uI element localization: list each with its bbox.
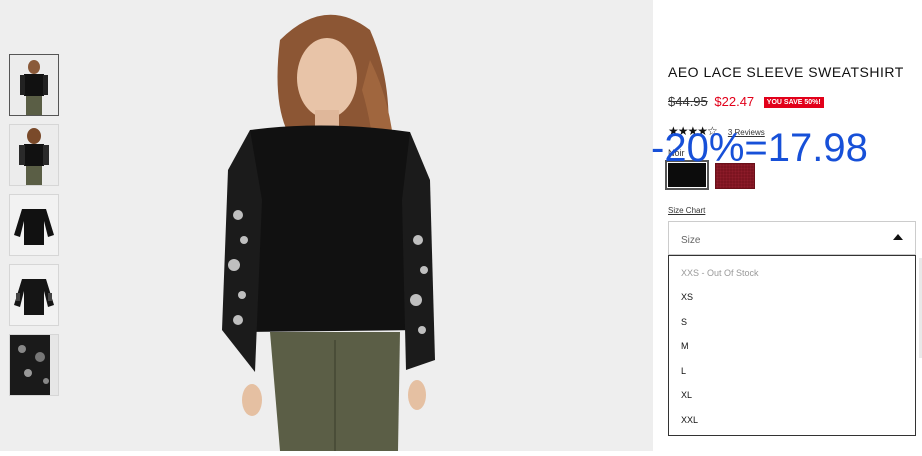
main-product-photo [130,0,590,451]
sale-price: $22.47 [714,94,755,109]
size-chart-link[interactable]: Size Chart [668,206,705,215]
chevron-up-icon [893,234,903,240]
size-dropdown-list: XXS - Out Of Stock XS S M L XL XXL [668,255,916,436]
thumbnail-flat-back[interactable] [9,264,59,326]
price-row: $44.95 $22.47 YOU SAVE 50%! [668,94,824,109]
savings-badge: YOU SAVE 50%! [763,97,824,108]
thumbnail-lace-detail[interactable] [9,334,59,396]
size-option-s[interactable]: S [681,317,687,327]
size-option-xxs: XXS - Out Of Stock [681,268,759,278]
product-title: AEO LACE SLEEVE SWEATSHIRT [668,64,904,80]
size-option-m[interactable]: M [681,341,689,351]
size-select-label: Size [681,235,701,246]
size-option-xxl[interactable]: XXL [681,415,698,425]
original-price: $44.95 [668,94,708,109]
size-select[interactable]: Size [668,221,916,255]
size-option-xl[interactable]: XL [681,390,692,400]
product-gallery [0,0,653,451]
product-info-panel: AEO LACE SLEEVE SWEATSHIRT $44.95 $22.47… [665,0,922,451]
thumbnail-back[interactable] [9,124,59,186]
thumbnail-front[interactable] [9,54,59,116]
thumbnail-flat-front[interactable] [9,194,59,256]
price-annotation: -20%=17.98 [651,126,868,170]
size-option-l[interactable]: L [681,366,686,376]
size-option-xs[interactable]: XS [681,292,693,302]
